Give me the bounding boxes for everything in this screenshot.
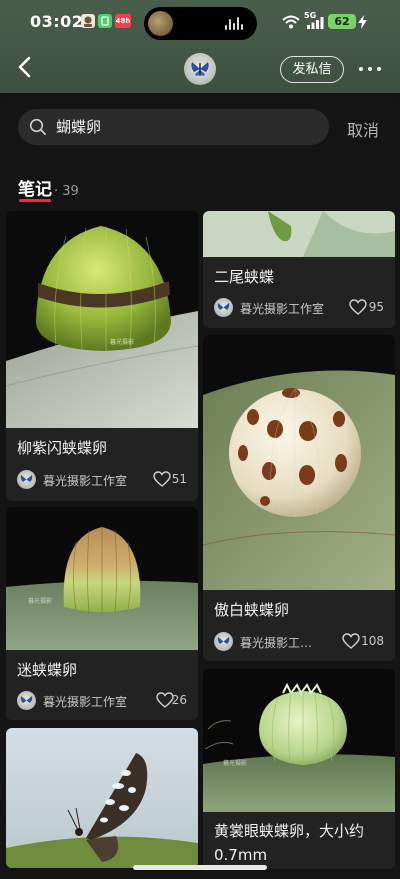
search-input[interactable]: 蝴蝶卵: [18, 109, 329, 145]
like-count: 26: [171, 693, 187, 707]
note-cover-image: [203, 335, 395, 590]
note-cover-image: [203, 211, 395, 257]
wifi-icon: [282, 15, 300, 29]
note-cover-image: 暮光摄影: [203, 669, 395, 812]
notification-badge-icon: 48h: [115, 14, 131, 28]
more-options-icon[interactable]: [357, 60, 383, 78]
search-query: 蝴蝶卵: [56, 118, 102, 136]
like-count: 108: [361, 634, 384, 648]
author-name: 暮光摄影工…: [240, 636, 313, 650]
profile-avatar[interactable]: [184, 53, 216, 85]
audio-wave-icon: [225, 17, 243, 30]
battery-level: 62: [328, 14, 356, 29]
note-title: 迷蛱蝶卵: [17, 661, 78, 679]
like-count: 51: [171, 472, 187, 486]
note-card[interactable]: 傲白蛱蝶卵 暮光摄影工… 108: [203, 335, 395, 661]
tab-notes[interactable]: 笔记 · 39: [18, 175, 79, 200]
svg-text:暮光摄影: 暮光摄影: [28, 597, 52, 605]
author-avatar: [17, 470, 36, 489]
author-name: 暮光摄影工作室: [240, 302, 325, 316]
like-heart-icon[interactable]: [349, 299, 367, 315]
profile-header-band: 03:02 48h 5G 62 发私信: [0, 0, 400, 93]
like-heart-icon[interactable]: [153, 471, 171, 487]
note-title: 二尾蛱蝶: [214, 268, 275, 286]
note-title: 柳紫闪蛱蝶卵: [17, 439, 108, 457]
author-name: 暮光摄影工作室: [43, 474, 128, 488]
like-count: 95: [368, 300, 384, 314]
signal-icon: [307, 17, 324, 29]
tab-notes-count: · 39: [54, 184, 79, 199]
svg-text:暮光摄影: 暮光摄影: [223, 759, 247, 767]
dynamic-island[interactable]: [144, 7, 257, 40]
like-heart-icon[interactable]: [342, 633, 360, 649]
note-title: 傲白蛱蝶卵: [214, 601, 290, 619]
note-title: 黄裳眼蛱蝶卵，大小约0.7mm: [214, 822, 365, 864]
svg-text:暮光摄影: 暮光摄影: [110, 338, 134, 346]
tab-notes-label: 笔记: [18, 180, 52, 200]
author-avatar: [214, 632, 233, 651]
note-cover-image: 暮光摄影: [6, 211, 198, 428]
notification-icon-1: [81, 14, 95, 28]
now-playing-thumbnail: [148, 11, 173, 36]
note-card[interactable]: [6, 728, 198, 868]
search-icon: [29, 118, 46, 135]
back-arrow-icon[interactable]: [14, 54, 38, 80]
note-card[interactable]: 二尾蛱蝶 暮光摄影工作室 95: [203, 211, 395, 328]
send-message-button[interactable]: 发私信: [280, 56, 344, 83]
tab-active-indicator: [19, 199, 51, 202]
author-name: 暮光摄影工作室: [43, 695, 128, 709]
charging-icon: [358, 15, 367, 29]
notification-icon-2: [98, 14, 112, 28]
author-avatar: [17, 691, 36, 710]
home-indicator[interactable]: [133, 865, 267, 870]
note-cover-image: 暮光摄影: [6, 507, 198, 650]
note-cover-image: [6, 728, 198, 868]
author-avatar: [214, 298, 233, 317]
note-card[interactable]: 暮光摄影 迷蛱蝶卵 暮光摄影工作室 26: [6, 507, 198, 720]
note-card[interactable]: 暮光摄影 黄裳眼蛱蝶卵，大小约0.7mm: [203, 669, 395, 869]
note-card[interactable]: 暮光摄影 柳紫闪蛱蝶卵 暮光摄影工作室 51: [6, 211, 198, 501]
status-bar: 03:02 48h 5G 62: [0, 0, 400, 44]
cancel-button[interactable]: 取消: [347, 117, 379, 141]
status-time: 03:02: [30, 12, 84, 31]
